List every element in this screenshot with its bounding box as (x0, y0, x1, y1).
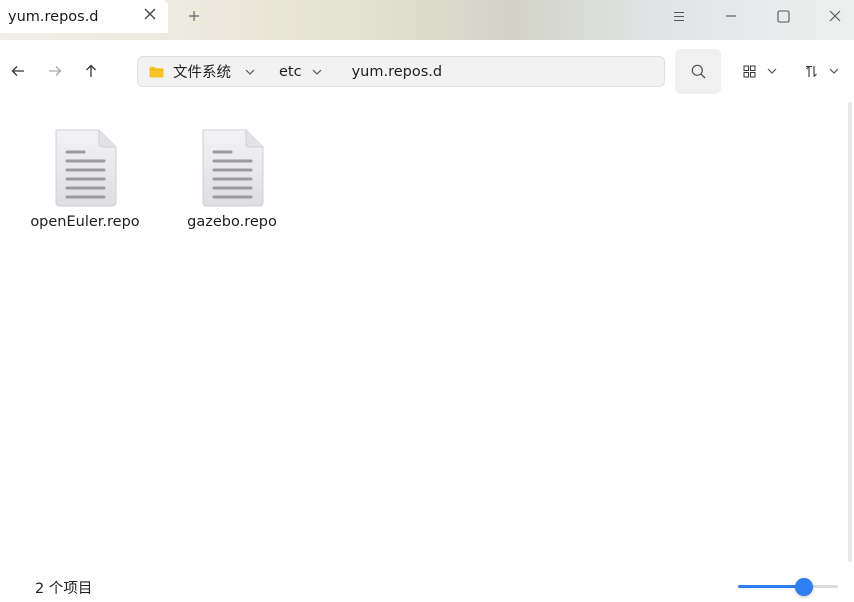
breadcrumb: 文件系统 etc yum.repos.d (137, 56, 665, 87)
grid-view-icon (743, 65, 756, 77)
status-bar: 2 个项目 (0, 562, 854, 602)
vertical-scrollbar[interactable] (848, 102, 852, 562)
hamburger-menu-icon[interactable] (668, 6, 690, 26)
breadcrumb-label: etc (279, 63, 302, 80)
text-file-icon (202, 129, 264, 207)
maximize-icon[interactable] (772, 6, 794, 26)
text-file-icon (55, 129, 117, 207)
chevron-down-icon (829, 68, 839, 74)
breadcrumb-item-etc[interactable]: etc (279, 57, 352, 86)
item-count: 2 个项目 (35, 581, 93, 597)
tab-title: yum.repos.d (8, 8, 99, 25)
toolbar: 文件系统 etc yum.repos.d (0, 40, 854, 102)
breadcrumb-item-filesystem[interactable]: 文件系统 (138, 57, 279, 86)
view-mode-button[interactable] (743, 62, 777, 80)
breadcrumb-item-yum-repos-d[interactable]: yum.repos.d (352, 57, 443, 86)
up-arrow-icon[interactable] (81, 62, 101, 80)
back-arrow-icon[interactable] (8, 62, 28, 80)
new-tab-plus-icon[interactable] (185, 7, 203, 25)
file-name: openEuler.repo (30, 214, 140, 230)
minimize-icon[interactable] (720, 6, 742, 26)
search-icon (691, 64, 705, 79)
breadcrumb-label: yum.repos.d (351, 63, 443, 80)
zoom-slider[interactable] (738, 578, 838, 596)
zoom-thumb[interactable] (795, 578, 813, 596)
file-name: gazebo.repo (187, 214, 277, 230)
window-close-icon[interactable] (824, 6, 846, 26)
file-item-gazebo-repo[interactable]: gazebo.repo (172, 128, 292, 230)
chevron-down-icon[interactable] (245, 69, 255, 75)
tab-yum-repos-d[interactable]: yum.repos.d (0, 0, 168, 33)
search-button[interactable] (675, 49, 721, 94)
chevron-down-icon (767, 68, 777, 74)
tab-close-icon[interactable] (142, 6, 158, 22)
file-item-openeuler-repo[interactable]: openEuler.repo (25, 128, 145, 230)
title-bar: yum.repos.d (0, 0, 854, 40)
file-list-area[interactable]: openEuler.repo gazebo.repo (0, 102, 846, 562)
forward-arrow-icon[interactable] (45, 62, 65, 80)
breadcrumb-label: 文件系统 (173, 65, 231, 81)
folder-icon (149, 66, 164, 78)
sort-icon (806, 65, 817, 77)
sort-button[interactable] (805, 62, 839, 80)
chevron-down-icon[interactable] (312, 69, 322, 75)
